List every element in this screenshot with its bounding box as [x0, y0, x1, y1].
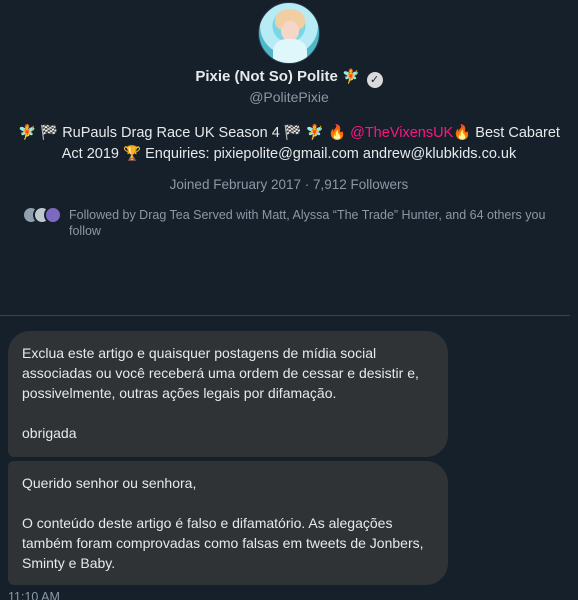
avatar-face [281, 21, 299, 41]
message-bubble[interactable]: Querido senhor ou senhora, O conteúdo de… [8, 461, 448, 585]
verified-badge-icon: ✓ [366, 72, 383, 88]
profile-handle: @PolitePixie [249, 89, 329, 105]
joined-and-followers: Joined February 2017 · 7,912 Followers [169, 177, 409, 192]
profile-bio: 🧚 🏁 RuPauls Drag Race UK Season 4 🏁 🧚 🔥 … [18, 123, 560, 165]
message-timestamp: 11:10 AM [8, 590, 60, 600]
avatar-dress [273, 39, 307, 63]
message-bubble[interactable]: Exclua este artigo e quaisquer postagens… [8, 331, 448, 457]
section-divider [0, 315, 570, 316]
bio-text-part-1: 🧚 🏁 RuPauls Drag Race UK Season 4 🏁 🧚 🔥 [18, 125, 351, 141]
followed-by-text[interactable]: Followed by Drag Tea Served with Matt, A… [69, 207, 559, 239]
bio-mention-link[interactable]: @TheVixensUK [350, 125, 453, 141]
display-name-row: Pixie (Not So) Polite 🧚 ✓ [0, 68, 578, 88]
name-emoji: 🧚 [342, 68, 360, 84]
follower-avatars [22, 206, 62, 224]
profile-avatar[interactable] [258, 2, 320, 64]
followed-by[interactable]: Followed by Drag Tea Served with Matt, A… [22, 206, 562, 240]
display-name[interactable]: Pixie (Not So) Polite [195, 68, 338, 85]
follower-avatar-icon [44, 206, 62, 224]
